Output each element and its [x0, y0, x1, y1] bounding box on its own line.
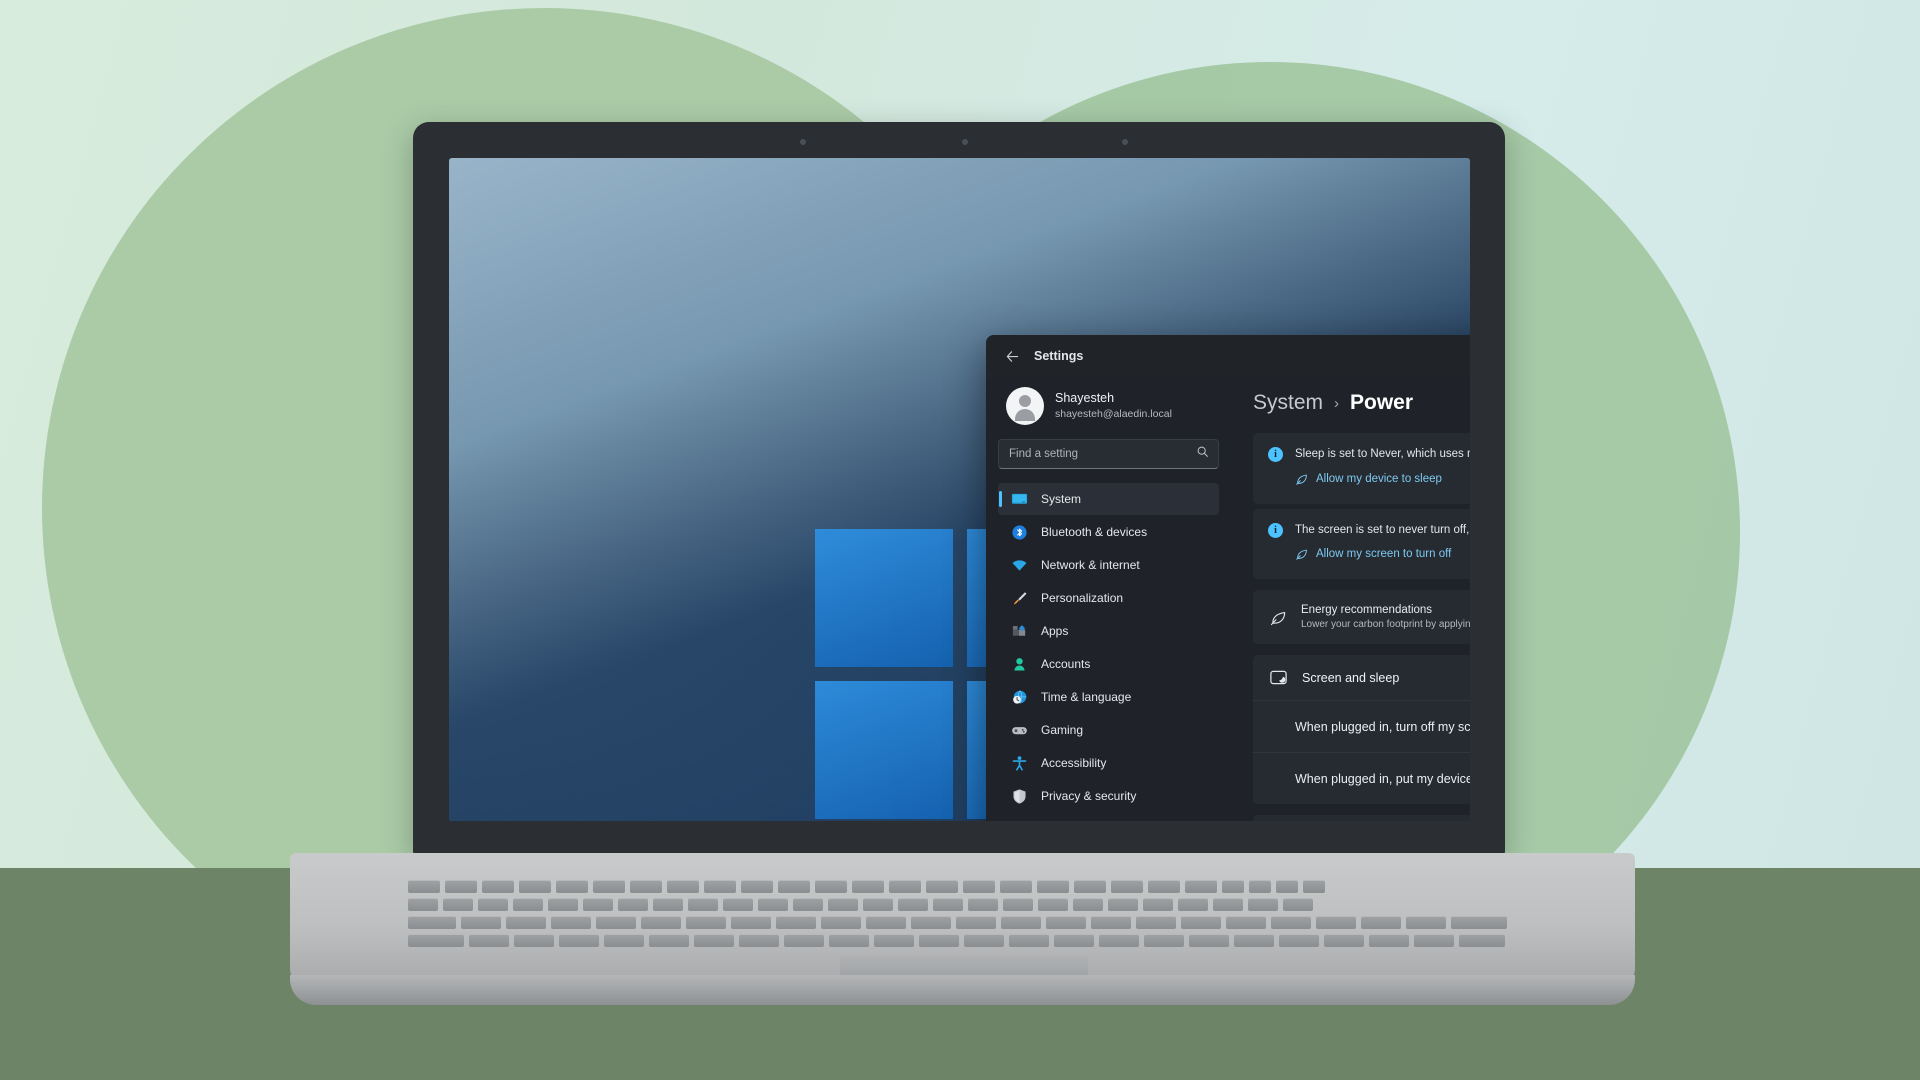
sidebar-item-accounts[interactable]: Accounts: [998, 648, 1219, 680]
sidebar-item-privacy-and-security[interactable]: Privacy & security: [998, 780, 1219, 812]
gamepad-icon: [1011, 722, 1028, 739]
screen-never-off-alert-card: i The screen is set to never turn off, w…: [1253, 508, 1470, 580]
sidebar-item-time-and-language[interactable]: Time & language: [998, 681, 1219, 713]
lid-camera-dot: [962, 139, 968, 145]
energy-recommendations-card[interactable]: Energy recommendations Lower your carbon…: [1253, 590, 1470, 645]
monitor-icon: [1011, 491, 1028, 508]
sidebar-item-label: Time & language: [1041, 690, 1132, 704]
shield-icon: [1011, 788, 1028, 805]
sidebar-item-network-and-internet[interactable]: Network & internet: [998, 549, 1219, 581]
search-input[interactable]: [999, 448, 1218, 460]
avatar: [1006, 387, 1044, 425]
sidebar-item-label: Accessibility: [1041, 756, 1107, 770]
back-button[interactable]: [998, 342, 1026, 370]
lid-sensor-dot: [1122, 139, 1128, 145]
allow-screen-to-turn-off-link[interactable]: Allow my screen to turn off: [1295, 547, 1451, 561]
alert-text: Sleep is set to Never, which uses more p…: [1295, 448, 1470, 460]
sleep-never-alert-card: i Sleep is set to Never, which uses more…: [1253, 433, 1470, 504]
update-refresh-icon: [1011, 821, 1028, 822]
laptop-keyboard: [408, 880, 1518, 952]
allow-device-to-sleep-link[interactable]: Allow my device to sleep: [1295, 472, 1442, 486]
wifi-icon: [1011, 557, 1028, 574]
screen-sleep-icon: [1269, 668, 1288, 687]
sidebar: Shayesteh shayesteh@alaedin.local Find a…: [986, 377, 1231, 821]
sidebar-item-label: System: [1041, 492, 1082, 506]
breadcrumb: System › Power: [1253, 377, 1470, 433]
laptop-mockup: Settings Shayesteh shayesteh@alaedin.loc…: [0, 0, 1920, 1080]
settings-window: Settings Shayesteh shayesteh@alaedin.loc…: [986, 335, 1470, 821]
turn-off-screen-row: When plugged in, turn off my screen afte…: [1253, 700, 1470, 753]
energy-recommendations-title: Energy recommendations: [1301, 604, 1433, 617]
screen-and-sleep-title: Screen and sleep: [1302, 670, 1400, 685]
sidebar-item-label: Gaming: [1041, 723, 1084, 737]
info-icon: i: [1268, 522, 1283, 538]
sidebar-item-apps[interactable]: Apps: [998, 615, 1219, 647]
row-label: When plugged in, turn off my screen afte…: [1295, 719, 1470, 734]
row-label: When plugged in, put my device to sleep …: [1295, 771, 1470, 786]
search-icon: [1196, 445, 1209, 463]
page-title: Power: [1350, 391, 1414, 414]
sidebar-item-label: Personalization: [1041, 591, 1124, 605]
sidebar-nav: System Bluetooth & devices Network & int…: [998, 483, 1219, 821]
main-content: System › Power i Sleep is set to Never, …: [1231, 377, 1470, 821]
sidebar-item-label: Apps: [1041, 624, 1069, 638]
info-icon: i: [1268, 447, 1283, 462]
screen-and-sleep-group: Screen and sleep When plugged in, turn o…: [1253, 655, 1470, 805]
sidebar-item-bluetooth-and-devices[interactable]: Bluetooth & devices: [998, 516, 1219, 548]
sidebar-item-label: Network & internet: [1041, 558, 1140, 572]
sidebar-item-label: Accounts: [1041, 657, 1091, 671]
laptop-screen: Settings Shayesteh shayesteh@alaedin.loc…: [449, 158, 1470, 821]
sleep-after-row: When plugged in, put my device to sleep …: [1253, 752, 1470, 805]
paintbrush-icon: [1011, 590, 1028, 607]
account-email: shayesteh@alaedin.local: [1055, 408, 1172, 421]
alert-text: The screen is set to never turn off, whi…: [1295, 523, 1470, 536]
alert-link-label: Allow my device to sleep: [1316, 472, 1442, 485]
laptop-trackpad: [840, 955, 1088, 977]
breadcrumb-separator: ›: [1334, 394, 1340, 412]
sidebar-item-system[interactable]: System: [998, 483, 1219, 515]
accessibility-icon: [1011, 755, 1028, 772]
sidebar-item-windows-update[interactable]: Windows Update: [998, 813, 1219, 821]
leaf-icon: [1295, 472, 1309, 486]
clock-globe-icon: [1011, 689, 1028, 706]
apps-grid-icon: [1011, 623, 1028, 640]
app-title: Settings: [1034, 349, 1084, 363]
lid-sensor-dot: [800, 139, 806, 145]
person-icon: [1011, 656, 1028, 673]
sidebar-item-label: Privacy & security: [1041, 789, 1137, 803]
sidebar-item-label: Bluetooth & devices: [1041, 525, 1148, 539]
window-titlebar: Settings: [986, 335, 1470, 377]
leaf-icon: [1295, 547, 1309, 561]
leaf-icon: [1269, 608, 1288, 627]
laptop-base-lip: [290, 975, 1635, 1005]
screen-and-sleep-header[interactable]: Screen and sleep: [1253, 655, 1470, 700]
power-consumption-card[interactable]: Power consumption and carbon emissions L…: [1253, 815, 1470, 821]
account-name: Shayesteh: [1055, 391, 1115, 406]
sidebar-item-gaming[interactable]: Gaming: [998, 714, 1219, 746]
bluetooth-icon: [1011, 524, 1028, 541]
breadcrumb-parent[interactable]: System: [1253, 391, 1323, 415]
sidebar-item-personalization[interactable]: Personalization: [998, 582, 1219, 614]
alert-link-label: Allow my screen to turn off: [1316, 548, 1452, 561]
sidebar-item-accessibility[interactable]: Accessibility: [998, 747, 1219, 779]
search-box[interactable]: [998, 439, 1219, 469]
arrow-left-icon: [1006, 350, 1018, 362]
account-block[interactable]: Shayesteh shayesteh@alaedin.local: [998, 377, 1219, 439]
energy-recommendations-subtitle: Lower your carbon footprint by applying …: [1301, 619, 1470, 631]
